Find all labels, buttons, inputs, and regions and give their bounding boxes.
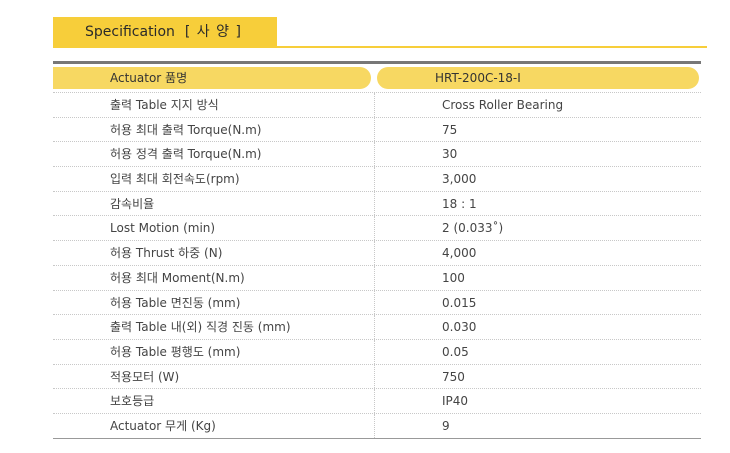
column-divider — [374, 241, 375, 265]
section-title: Specification [ 사 양 ] — [53, 17, 277, 47]
spec-value: Cross Roller Bearing — [442, 98, 564, 112]
table-row: Actuator 무게 (Kg) 9 — [53, 412, 701, 438]
table-row: 보호등급 IP40 — [53, 388, 701, 413]
spec-label: 출력 Table 내(외) 직경 진동 (mm) — [110, 320, 291, 335]
spec-label: 감속비율 — [110, 196, 155, 211]
column-divider — [374, 142, 375, 167]
column-divider — [374, 191, 375, 216]
column-divider — [374, 315, 375, 339]
spec-value: 4,000 — [442, 246, 477, 261]
section-title-en: Specification — [85, 24, 175, 40]
spec-value: IP40 — [442, 394, 469, 409]
header-product-label: Actuator 품명 — [110, 71, 188, 85]
section-title-ko: [ 사 양 ] — [184, 24, 242, 40]
table-row: 출력 Table 내(외) 직경 진동 (mm) 0.030 — [53, 314, 701, 339]
table-row: Lost Motion (min) 2 (0.033˚) — [53, 215, 701, 241]
table-row: 허용 최대 출력 Torque(N.m) 75 — [53, 116, 701, 142]
spec-value: 0.030 — [442, 320, 477, 335]
spec-label: Lost Motion (min) — [110, 221, 216, 236]
spec-label: 허용 Table 면진동 (mm) — [110, 295, 241, 310]
spec-rows: 출력 Table 지지 방식 Cross Roller Bearing 허용 최대 … — [53, 92, 701, 438]
spec-label: 보호등급 — [110, 394, 155, 409]
spec-label: 허용 정격 출력 Torque(N.m) — [110, 147, 262, 162]
spec-value: 9 — [442, 418, 450, 433]
table-row: 허용 최대 Moment(N.m) 100 — [53, 264, 701, 290]
spec-value: 75 — [442, 122, 458, 137]
spec-value: 2 (0.033˚) — [442, 221, 504, 236]
spec-label: Actuator 무게 (Kg) — [110, 418, 216, 433]
column-divider — [374, 216, 375, 241]
spec-value: 30 — [442, 147, 458, 162]
spec-value: 3,000 — [442, 172, 477, 187]
table-row: 출력 Table 지지 방식 Cross Roller Bearing — [53, 92, 701, 117]
spec-label: 출력 Table 지지 방식 — [110, 98, 219, 112]
table-row: 적용모터 (W) 750 — [53, 363, 701, 389]
column-divider — [374, 290, 375, 315]
spec-label: 허용 Thrust 하중 (N) — [110, 246, 223, 261]
table-row: 허용 Table 평행도 (mm) 0.05 — [53, 338, 701, 364]
table-row: 허용 정격 출력 Torque(N.m) 30 — [53, 141, 701, 167]
table-row: 허용 Table 면진동 (mm) 0.015 — [53, 289, 701, 315]
spec-value: 100 — [442, 270, 465, 285]
spec-label: 허용 최대 출력 Torque(N.m) — [110, 122, 262, 137]
column-divider — [374, 389, 375, 413]
column-divider — [374, 265, 375, 290]
header-left-bg — [53, 67, 371, 89]
column-divider — [374, 167, 375, 191]
table-row: 감속비율 18 : 1 — [53, 190, 701, 216]
spec-label: 허용 최대 Moment(N.m) — [110, 270, 245, 285]
spec-value: 0.015 — [442, 295, 477, 310]
table-row: 입력 최대 회전속도(rpm) 3,000 — [53, 166, 701, 191]
spec-label: 적용모터 (W) — [110, 369, 180, 384]
spec-value: 0.05 — [442, 344, 469, 359]
title-underline — [53, 46, 707, 48]
spec-table: Actuator 품명 HRT-200C-18-I 출력 Table 지지 방식… — [53, 61, 701, 439]
spec-value: 18 : 1 — [442, 196, 477, 211]
header-right-bg — [377, 67, 699, 89]
table-row: 허용 Thrust 하중 (N) 4,000 — [53, 240, 701, 265]
header-model-value: HRT-200C-18-I — [435, 71, 521, 85]
column-divider — [374, 364, 375, 389]
spec-label: 입력 최대 회전속도(rpm) — [110, 172, 240, 187]
spec-value: 750 — [442, 369, 465, 384]
column-divider — [374, 93, 375, 117]
column-divider — [374, 339, 375, 364]
table-header: Actuator 품명 HRT-200C-18-I — [53, 64, 701, 92]
column-divider — [374, 117, 375, 142]
spec-label: 허용 Table 평행도 (mm) — [110, 344, 241, 359]
column-divider — [374, 413, 375, 438]
